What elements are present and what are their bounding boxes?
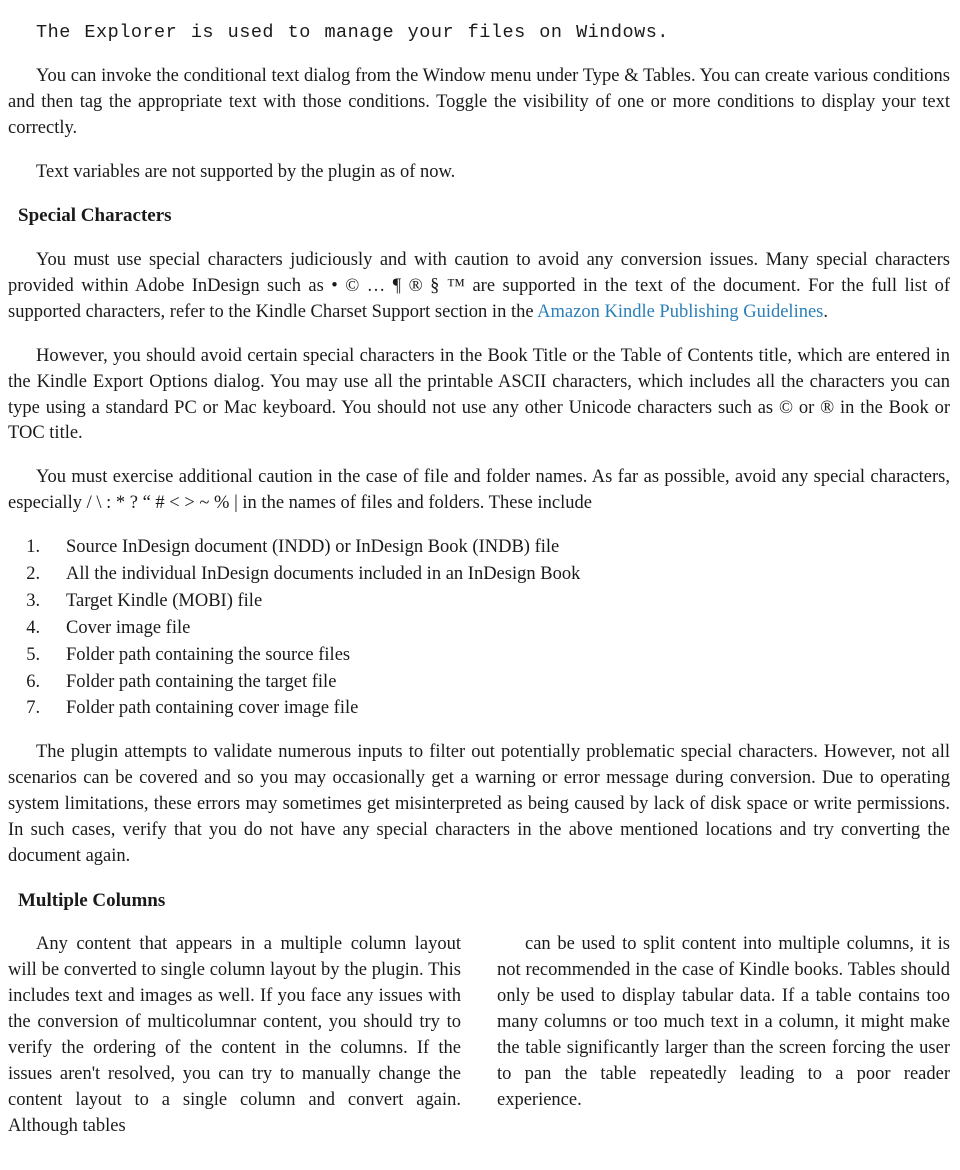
list-item: Folder path containing the target file <box>54 670 950 696</box>
paragraph-text-variables: Text variables are not supported by the … <box>8 160 950 186</box>
paragraph-conditional-text: You can invoke the conditional text dial… <box>8 64 950 142</box>
link-publishing-guidelines[interactable]: Amazon Kindle Publishing Guidelines <box>537 302 823 322</box>
code-sample-line: The Explorer is used to manage your file… <box>36 20 950 46</box>
paragraph-special-chars-intro: You must use special characters judiciou… <box>8 248 950 326</box>
list-item: Folder path containing the source files <box>54 643 950 669</box>
file-list: Source InDesign document (INDD) or InDes… <box>54 535 950 722</box>
column-left: Any content that appears in a multiple c… <box>8 932 461 1139</box>
column-right: can be used to split content into multip… <box>497 932 950 1139</box>
paragraph-special-chars-text-b: . <box>823 302 828 322</box>
list-item: Source InDesign document (INDD) or InDes… <box>54 535 950 561</box>
heading-multiple-columns: Multiple Columns <box>18 888 950 915</box>
list-item: Target Kindle (MOBI) file <box>54 589 950 615</box>
heading-special-characters: Special Characters <box>18 203 950 230</box>
paragraph-validation: The plugin attempts to validate numerous… <box>8 740 950 869</box>
column-right-text: can be used to split content into multip… <box>497 932 950 1113</box>
column-left-text: Any content that appears in a multiple c… <box>8 932 461 1139</box>
paragraph-avoid-chars-title: However, you should avoid certain specia… <box>8 344 950 448</box>
paragraph-file-folder-names: You must exercise additional caution in … <box>8 465 950 517</box>
list-item: Folder path containing cover image file <box>54 696 950 722</box>
list-item: Cover image file <box>54 616 950 642</box>
list-item: All the individual InDesign documents in… <box>54 562 950 588</box>
multi-column-container: Any content that appears in a multiple c… <box>8 932 950 1139</box>
